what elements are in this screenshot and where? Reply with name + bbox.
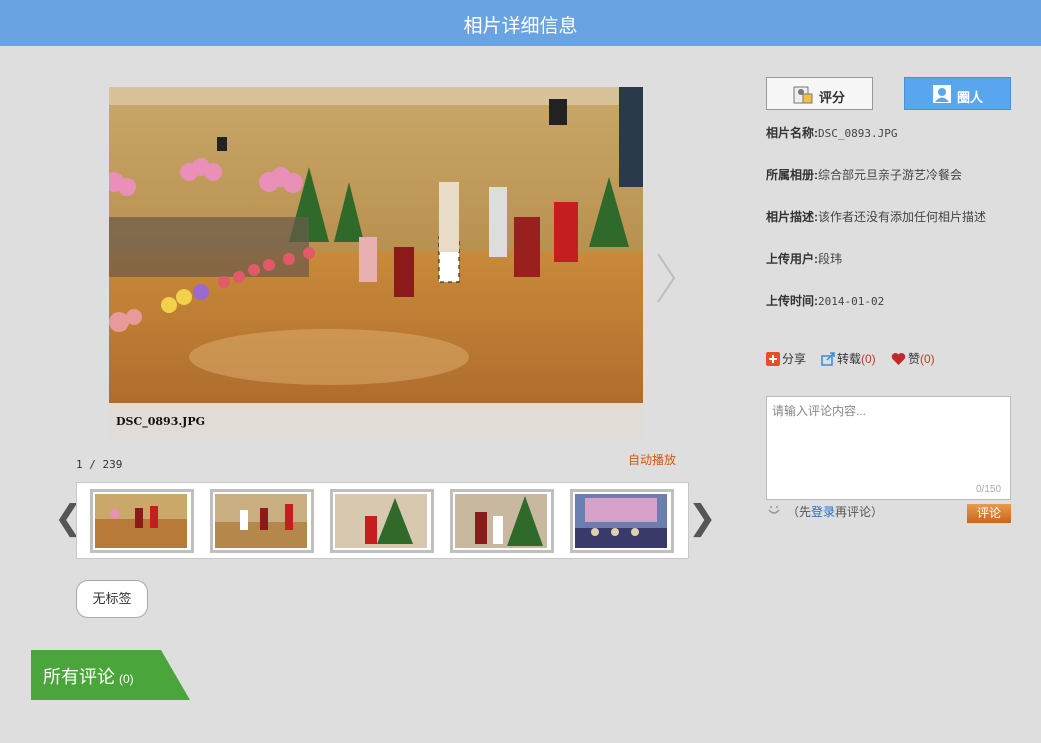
thumbnail-image <box>95 494 187 548</box>
page-title: 相片详细信息 <box>463 16 578 37</box>
login-link[interactable]: 登录 <box>811 505 835 519</box>
thumbnail-image <box>335 494 427 548</box>
header-bar: 相片详细信息 <box>0 0 1041 46</box>
next-photo-arrow-icon[interactable] <box>654 250 678 306</box>
comments-title: 所有评论 <box>43 667 115 687</box>
login-hint: （先登录再评论） <box>787 505 884 519</box>
thumbnail-3[interactable] <box>330 489 434 553</box>
detail-photo-name: 相片名称:DSC_0893.JPG <box>766 126 898 140</box>
detail-upload-time: 上传时间:2014-01-02 <box>766 294 885 308</box>
comments-count: (0) <box>119 672 134 686</box>
photo-caption: DSC_0893.JPG <box>109 403 643 441</box>
comments-tab-label: 所有评论 (0) <box>43 663 134 689</box>
share-button[interactable]: 分享 <box>766 350 806 367</box>
person-icon <box>933 85 951 103</box>
detail-uploader: 上传用户:段玮 <box>766 252 843 266</box>
main-photo[interactable]: DSC_0893.JPG <box>109 87 643 441</box>
detail-album: 所属相册:综合部元旦亲子游艺冷餐会 <box>766 168 963 182</box>
comment-input[interactable] <box>766 396 1011 500</box>
thumbnail-5[interactable] <box>570 489 674 553</box>
thumbnail-2[interactable] <box>210 489 314 553</box>
repost-button[interactable]: 转载(0) <box>821 350 876 367</box>
tag-people-button[interactable]: 圈人 <box>904 77 1011 110</box>
thumbnail-image <box>575 494 667 548</box>
thumbnail-next-arrow-icon[interactable]: ❯ <box>688 498 717 538</box>
tag-people-button-label: 圈人 <box>957 90 984 105</box>
tag-button[interactable]: 无标签 <box>76 580 148 618</box>
comment-char-count: 0/150 <box>976 484 1002 495</box>
detail-description: 相片描述:该作者还没有添加任何相片描述 <box>766 210 987 224</box>
thumbnail-image <box>455 494 547 548</box>
emoji-smile-icon[interactable] <box>766 502 782 518</box>
rate-icon <box>793 86 813 104</box>
photo-image <box>109 87 643 441</box>
photo-caption-filename: DSC_0893.JPG <box>116 415 206 428</box>
autoplay-link[interactable]: 自动播放 <box>628 451 676 468</box>
submit-comment-button[interactable]: 评论 <box>967 504 1011 523</box>
thumbnail-image <box>215 494 307 548</box>
thumbnail-strip <box>76 482 689 559</box>
all-comments-tab: 所有评论 (0) <box>31 650 191 700</box>
thumbnail-4[interactable] <box>450 489 554 553</box>
repost-icon <box>821 352 835 366</box>
heart-icon <box>891 353 906 365</box>
share-plus-icon <box>766 352 780 366</box>
rate-button[interactable]: 评分 <box>766 77 873 110</box>
thumbnail-1[interactable] <box>90 489 194 553</box>
like-button[interactable]: 赞(0) <box>891 350 935 367</box>
rate-button-label: 评分 <box>819 90 846 105</box>
photo-counter: 1 / 239 <box>76 458 123 471</box>
